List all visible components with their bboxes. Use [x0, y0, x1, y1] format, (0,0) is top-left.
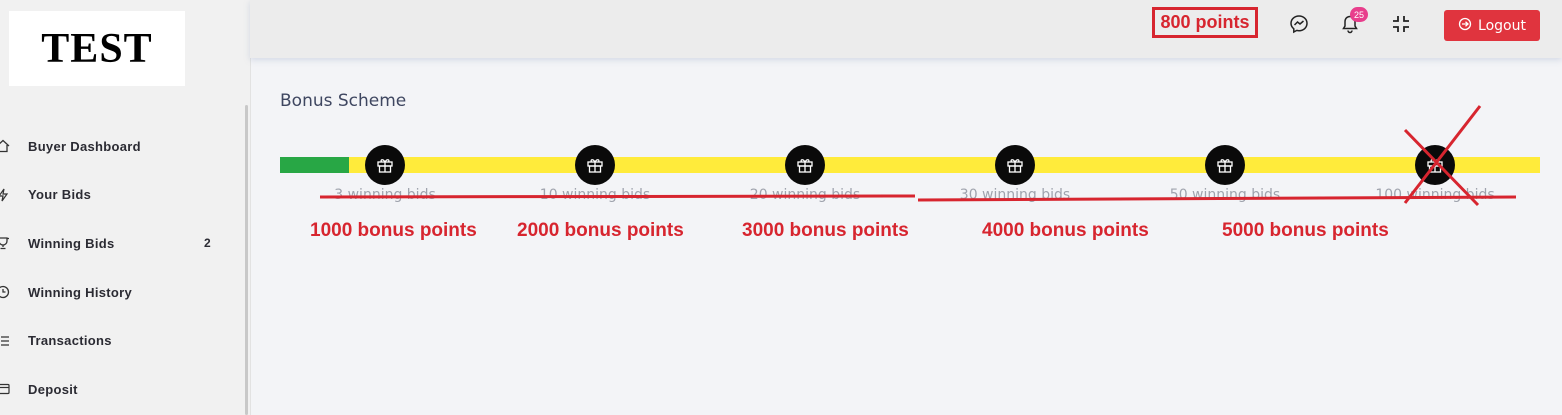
bonus-progress-fill [280, 157, 350, 173]
logout-button[interactable]: Logout [1444, 10, 1540, 41]
sidebar-item-label: Your Bids [28, 187, 92, 203]
sidebar-item-label: Transactions [28, 333, 112, 349]
logo-text: TEST [41, 25, 153, 72]
points-text: 800 points [1160, 12, 1250, 32]
sidebar-item-winning-history[interactable]: Winning History [0, 268, 240, 317]
milestone-label: 20 winning bids [749, 187, 861, 203]
logout-icon [1458, 17, 1472, 35]
gift-icon [1205, 145, 1245, 185]
sidebar-item-transactions[interactable]: Transactions [0, 316, 240, 365]
milestone-label: 30 winning bids [959, 187, 1071, 203]
sidebar-item-label: Deposit [28, 381, 78, 397]
logout-label: Logout [1478, 17, 1526, 34]
clock-icon [0, 285, 10, 299]
notification-count-badge: 25 [1350, 7, 1368, 22]
gift-icon [575, 145, 615, 185]
sidebar-item-your-bids[interactable]: Your Bids [0, 171, 240, 220]
milestone-label: 3 winning bids [334, 187, 436, 203]
bonus-points-annotation: 2000 bonus points [517, 220, 684, 241]
sidebar-item-deposit[interactable]: Deposit [0, 365, 240, 414]
bonus-points-annotation: 4000 bonus points [982, 220, 1149, 241]
milestone-label: 10 winning bids [539, 187, 651, 203]
milestone-label: 100 winning bids [1375, 187, 1495, 203]
bonus-points-annotation: 1000 bonus points [310, 220, 477, 241]
sidebar-item-label: Buyer Dashboard [28, 138, 141, 154]
milestone-label: 50 winning bids [1169, 187, 1281, 203]
sidebar-item-label: Winning History [28, 284, 133, 300]
bolt-icon [0, 188, 10, 202]
list-icon [0, 334, 10, 348]
points-display: 800 points [1152, 7, 1258, 38]
gift-icon [365, 145, 405, 185]
winning-bids-count-badge: 2 [204, 236, 211, 251]
gift-icon [1415, 145, 1455, 185]
home-icon [0, 139, 10, 153]
sidebar-item-label: Winning Bids [28, 235, 115, 251]
sidebar: TEST Buyer Dashboard Your Bids Winning B… [0, 0, 251, 415]
compress-icon[interactable] [1391, 14, 1411, 34]
gift-icon [995, 145, 1035, 185]
sidebar-nav: Buyer Dashboard Your Bids Winning Bids 2… [0, 122, 240, 414]
logo[interactable]: TEST [9, 11, 185, 86]
messenger-icon[interactable] [1289, 14, 1309, 34]
page-title: Bonus Scheme [280, 91, 407, 111]
bonus-progress-track [280, 157, 1540, 173]
trophy-icon [0, 236, 10, 250]
card-icon [0, 382, 10, 396]
bonus-points-annotation: 5000 bonus points [1222, 220, 1389, 241]
gift-icon [785, 145, 825, 185]
sidebar-item-buyer-dashboard[interactable]: Buyer Dashboard [0, 122, 240, 171]
bonus-points-annotation: 3000 bonus points [742, 220, 909, 241]
sidebar-scrollbar[interactable] [245, 105, 248, 415]
sidebar-item-winning-bids[interactable]: Winning Bids 2 [0, 219, 240, 268]
